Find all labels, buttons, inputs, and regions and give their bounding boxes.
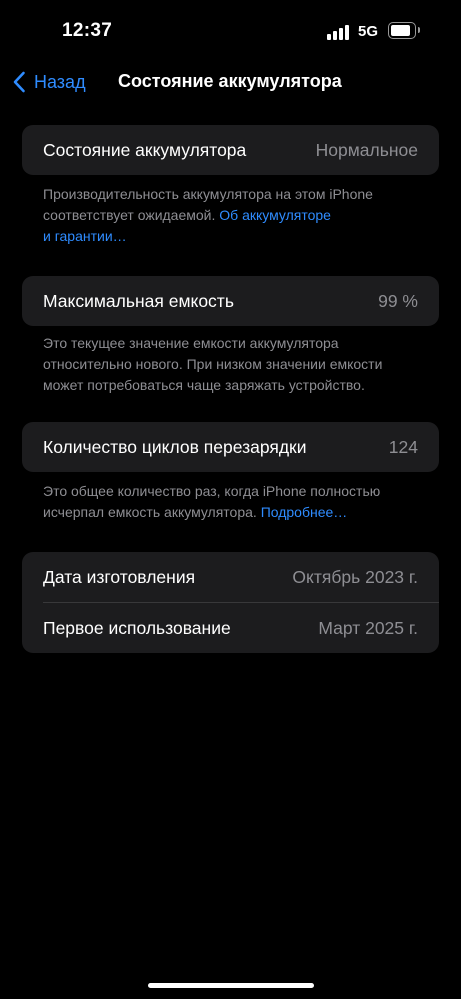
more-info-link[interactable]: Подробнее… <box>261 504 348 520</box>
battery-cap <box>418 27 420 33</box>
cycle-count-label: Количество циклов перезарядки <box>43 436 307 457</box>
chevron-left-icon <box>13 71 25 93</box>
max-capacity-value: 99 % <box>378 290 418 311</box>
back-label: Назад <box>34 71 86 92</box>
first-use-value: Март 2025 г. <box>318 617 418 638</box>
back-button[interactable]: Назад <box>12 68 86 96</box>
home-indicator[interactable] <box>148 983 314 988</box>
battery-health-row[interactable]: Состояние аккумулятора Нормальное <box>22 125 439 175</box>
max-capacity-label: Максимальная емкость <box>43 290 234 311</box>
cycle-count-note-line: исчерпал емкость аккумулятора. <box>43 504 261 520</box>
max-capacity-note-line: Это текущее значение емкости аккумулятор… <box>43 335 339 351</box>
battery-health-label: Состояние аккумулятора <box>43 139 247 160</box>
cycle-count-value: 124 <box>388 436 418 457</box>
cellular-signal-icon <box>327 24 349 40</box>
warranty-link[interactable]: и гарантии… <box>43 228 127 244</box>
max-capacity-note-line: относительно нового. При низком значении… <box>43 356 383 372</box>
max-capacity-group: Максимальная емкость 99 % <box>22 276 439 326</box>
battery-health-note: Производительность аккумулятора на этом … <box>43 184 403 247</box>
status-bar: 12:37 5G <box>0 0 461 60</box>
network-type: 5G <box>358 23 379 40</box>
first-use-label: Первое использование <box>43 617 231 638</box>
cycle-count-note: Это общее количество раз, когда iPhone п… <box>43 481 403 523</box>
max-capacity-row: Максимальная емкость 99 % <box>22 276 439 326</box>
cycle-count-note-line: Это общее количество раз, когда iPhone п… <box>43 483 381 499</box>
dates-group: Дата изготовления Октябрь 2023 г. Первое… <box>22 552 439 653</box>
cycle-count-row: Количество циклов перезарядки 124 <box>22 422 439 472</box>
manufacture-date-label: Дата изготовления <box>43 566 196 587</box>
first-use-row: Первое использование Март 2025 г. <box>22 603 439 653</box>
battery-icon <box>388 22 416 39</box>
manufacture-date-row: Дата изготовления Октябрь 2023 г. <box>22 552 439 602</box>
status-time: 12:37 <box>62 20 113 41</box>
cycle-count-group: Количество циклов перезарядки 124 <box>22 422 439 472</box>
battery-fill <box>391 25 410 36</box>
max-capacity-note: Это текущее значение емкости аккумулятор… <box>43 333 403 396</box>
max-capacity-note-line: может потребоваться чаще заряжать устрой… <box>43 377 365 393</box>
navigation-bar: Назад Состояние аккумулятора <box>0 60 461 104</box>
battery-health-group: Состояние аккумулятора Нормальное <box>22 125 439 175</box>
about-battery-link[interactable]: Об аккумуляторе <box>219 207 331 223</box>
manufacture-date-value: Октябрь 2023 г. <box>292 566 418 587</box>
battery-health-value: Нормальное <box>315 139 418 160</box>
page-title: Состояние аккумулятора <box>118 71 342 91</box>
